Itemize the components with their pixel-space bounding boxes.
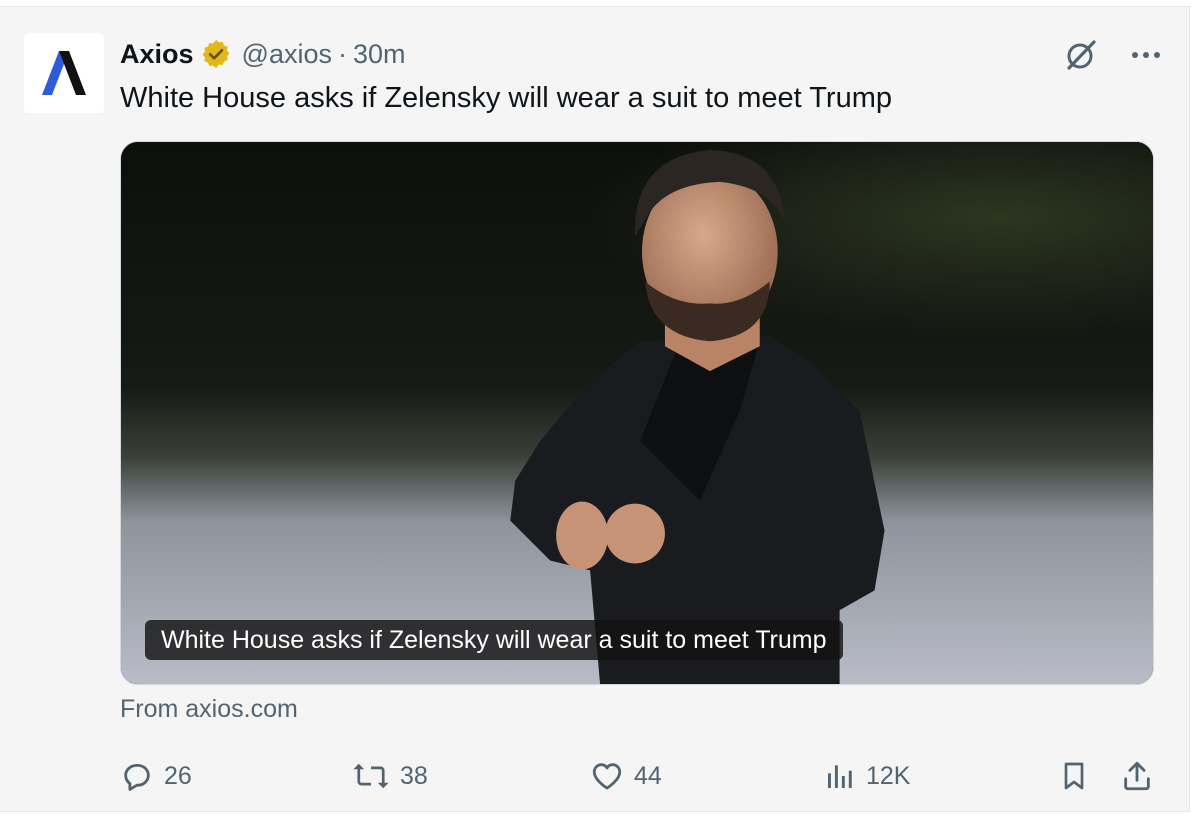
share-icon bbox=[1124, 761, 1150, 791]
like-count: 44 bbox=[634, 761, 662, 790]
repost-count: 38 bbox=[400, 761, 428, 790]
repost-button[interactable]: 38 bbox=[352, 755, 428, 797]
more-icon bbox=[1132, 52, 1160, 58]
grok-icon bbox=[1067, 40, 1096, 70]
grok-button[interactable] bbox=[1063, 37, 1099, 73]
axios-logo bbox=[42, 51, 86, 95]
views-button[interactable]: 12K bbox=[824, 755, 910, 797]
tweet[interactable]: Axios @axios · 30m White House asks if Z bbox=[0, 6, 1190, 812]
tweet-text: White House asks if Zelensky will wear a… bbox=[120, 82, 892, 114]
like-icon bbox=[592, 763, 622, 790]
reply-icon bbox=[124, 763, 150, 791]
action-bar: 26 38 44 12K bbox=[120, 755, 1160, 797]
author-name[interactable]: Axios bbox=[120, 39, 194, 70]
share-button[interactable] bbox=[1120, 755, 1154, 797]
more-button[interactable] bbox=[1131, 50, 1161, 60]
top-actions bbox=[1063, 37, 1161, 73]
reply-button[interactable]: 26 bbox=[120, 755, 192, 797]
bookmark-icon bbox=[1064, 762, 1084, 790]
tweet-header: Axios @axios · 30m bbox=[120, 37, 406, 71]
author-handle[interactable]: @axios bbox=[242, 39, 332, 70]
views-count: 12K bbox=[866, 761, 911, 790]
card-source[interactable]: From axios.com bbox=[120, 695, 298, 724]
link-card[interactable]: White House asks if Zelensky will wear a… bbox=[120, 141, 1154, 685]
card-caption: White House asks if Zelensky will wear a… bbox=[145, 620, 843, 660]
like-button[interactable]: 44 bbox=[590, 755, 662, 797]
repost-icon bbox=[353, 763, 389, 789]
views-icon bbox=[828, 765, 852, 788]
bookmark-button[interactable] bbox=[1058, 755, 1090, 797]
reply-count: 26 bbox=[164, 761, 192, 790]
verified-badge-icon bbox=[200, 38, 232, 70]
avatar[interactable] bbox=[24, 33, 104, 113]
separator-dot: · bbox=[337, 38, 347, 69]
card-image bbox=[121, 142, 1153, 684]
timestamp[interactable]: 30m bbox=[353, 39, 406, 70]
